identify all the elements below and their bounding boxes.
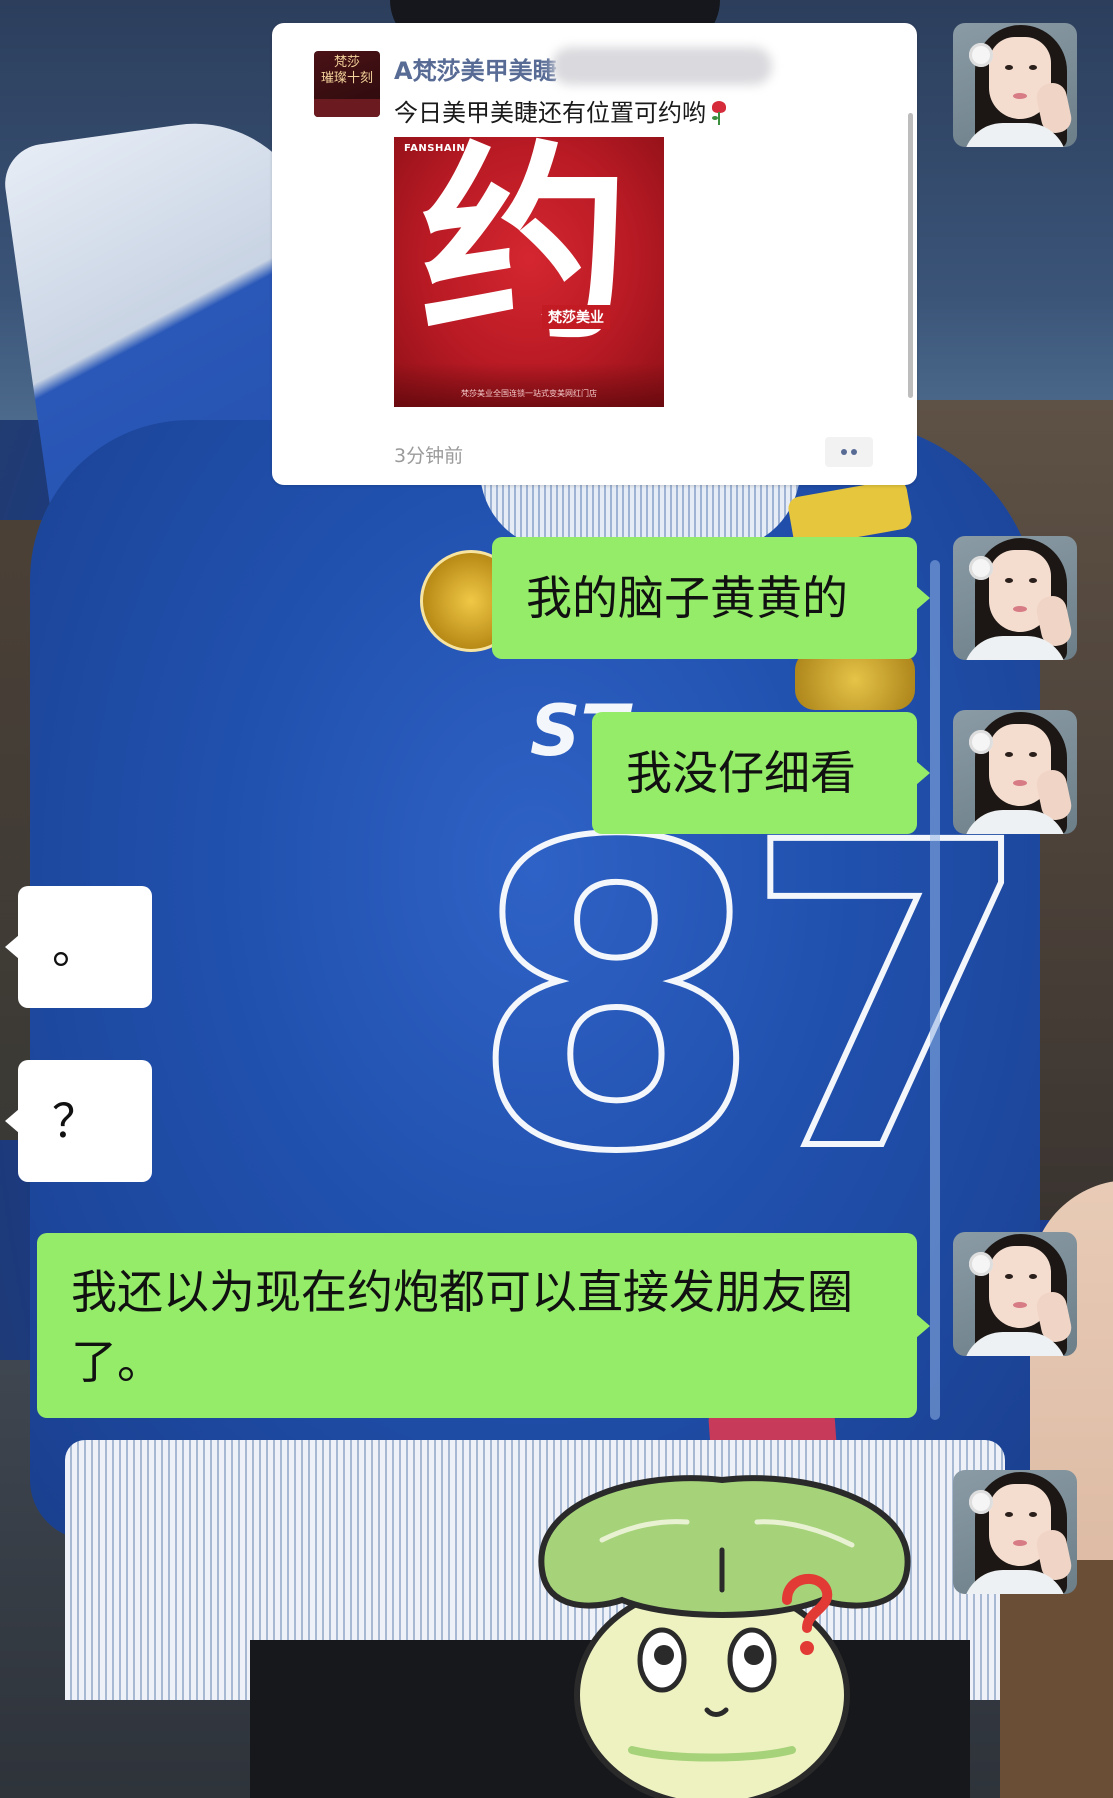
message-text: 我还以为现在约炮都可以直接发朋友圈了。 [71,1265,853,1389]
mushroom-sticker[interactable] [522,1460,922,1798]
message-bubble-other[interactable]: 。 [5,886,152,1008]
message-bubble-self[interactable]: 我没仔细看 [592,712,930,834]
moment-post-text: 今日美甲美睫还有位置可约哟 [394,93,728,128]
more-dot-icon [841,449,847,455]
message-text: ？ [52,1094,98,1148]
image-footer-text: 梵莎美业全国连锁一站式变美网红门店 [461,389,597,398]
self-avatar[interactable] [953,1470,1077,1594]
self-avatar[interactable] [953,23,1077,147]
flower-icon [969,43,993,67]
moment-post-text-content: 今日美甲美睫还有位置可约哟 [394,99,706,127]
more-dot-icon [851,449,857,455]
background-stripe [930,560,940,1420]
message-text: 我没仔细看 [626,746,856,800]
message-bubble-self[interactable]: 我的脑子黄黄的 [492,537,930,659]
moment-timestamp: 3分钟前 [394,445,464,467]
background-badge-2 [795,650,915,710]
moment-sender-avatar[interactable]: 梵莎 璀璨十刻 [314,51,380,117]
moment-avatar-text: 梵莎 璀璨十刻 [320,55,373,86]
flower-icon [969,730,993,754]
moment-post-image[interactable]: FANSHAIN 约 梵莎美业 梵莎美业全国连锁一站式变美网红门店 [394,137,664,407]
self-avatar[interactable] [953,536,1077,660]
message-bubble-other[interactable]: ？ [5,1060,152,1182]
background-bag [1000,1560,1113,1798]
shared-moment-card[interactable]: 梵莎 璀璨十刻 A梵莎美甲美睫 今日美甲美睫还有位置可约哟 FANSHAIN 约… [272,23,917,485]
message-text: 我的脑子黄黄的 [526,571,848,625]
card-scrollbar[interactable] [908,113,913,398]
image-brand-tag: 梵莎美业 [542,305,610,329]
self-avatar[interactable] [953,710,1077,834]
message-bubble-self[interactable]: 我还以为现在约炮都可以直接发朋友圈了。 [37,1233,930,1418]
moment-sender-name[interactable]: A梵莎美甲美睫 [394,51,557,86]
rose-icon [710,101,728,125]
message-text: 。 [52,920,98,974]
redacted-name-blur [552,47,772,85]
flower-icon [969,556,993,580]
mushroom-confused-icon [538,1475,911,1798]
flower-icon [969,1252,993,1276]
chat-screen: ST 87 梵莎 璀璨十刻 A梵莎美甲美睫 今日美甲美睫还有位置可约哟 FANS… [0,0,1113,1798]
self-avatar[interactable] [953,1232,1077,1356]
flower-icon [969,1490,993,1514]
moment-more-button[interactable] [825,437,873,467]
